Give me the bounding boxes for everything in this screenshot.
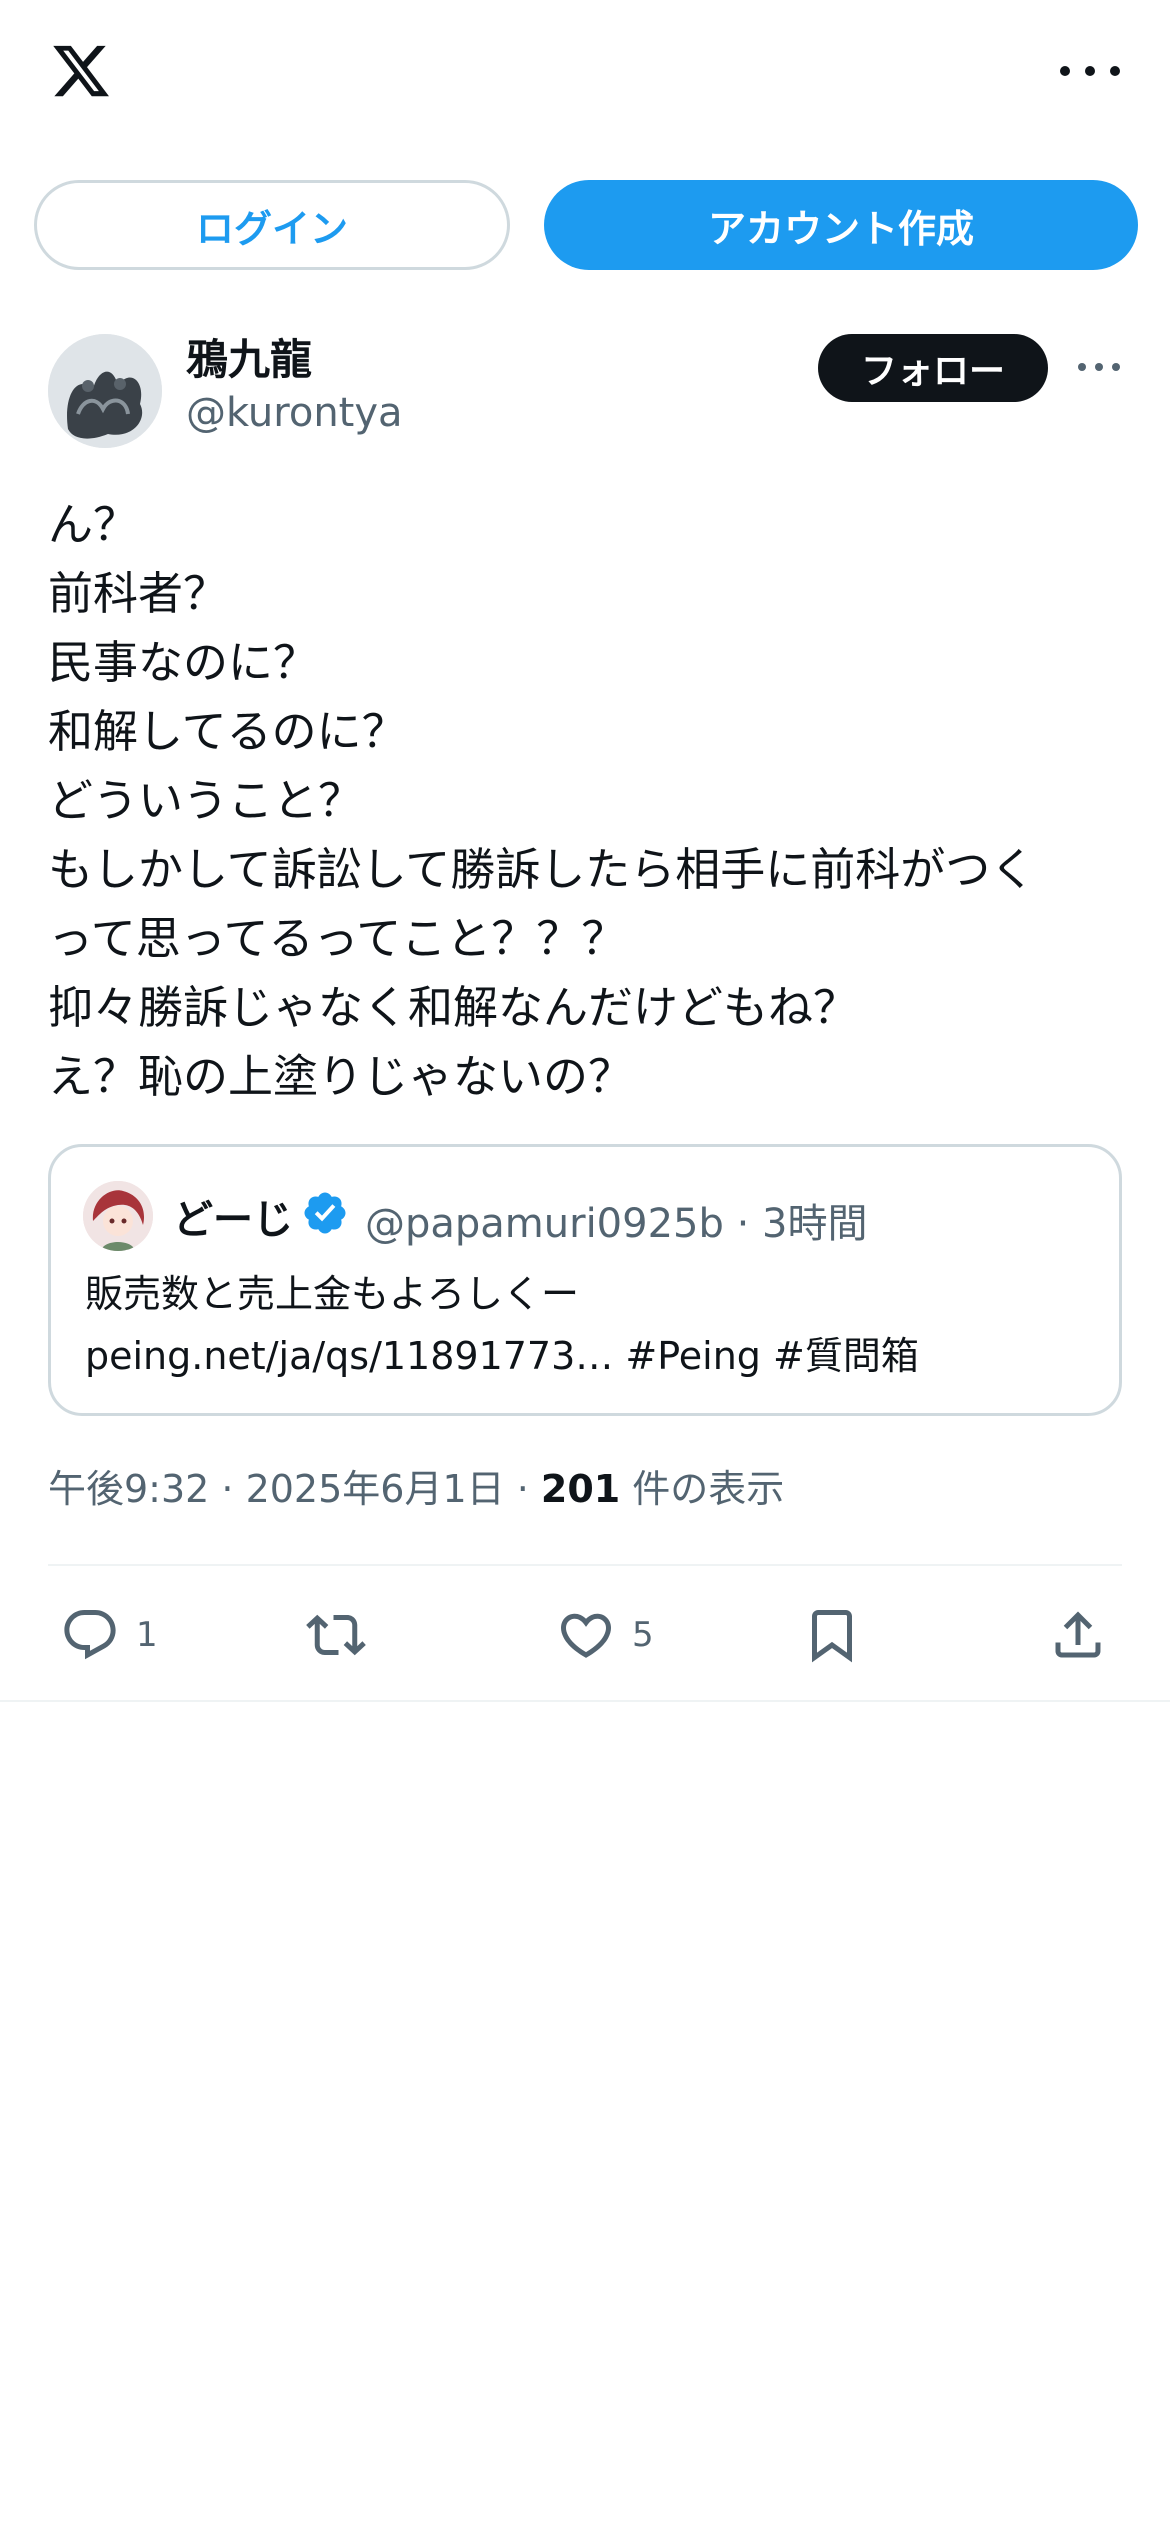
quote-avatar	[83, 1181, 153, 1251]
tweet-text: ん？ 前科者？ 民事なのに？ 和解してるのに？ どういうこと？ もしかして訴訟し…	[48, 490, 1128, 1111]
share-button[interactable]	[1048, 1600, 1108, 1670]
more-horizontal-icon[interactable]	[1060, 56, 1120, 86]
quote-tweet-card[interactable]: どーじ @papamuri0925b · 3時間 販売数と売上金もよろしくー p…	[48, 1144, 1122, 1416]
author-avatar[interactable]	[48, 334, 162, 448]
author-handle[interactable]: @kurontya	[186, 390, 403, 436]
view-count: 201	[540, 1467, 621, 1511]
quote-author-name: どーじ	[173, 1197, 293, 1243]
tweet-line: ん？	[48, 498, 139, 551]
tweet-more-icon[interactable]	[1078, 352, 1120, 382]
like-button[interactable]: 5	[556, 1600, 654, 1670]
top-bar	[0, 0, 1170, 150]
quote-line-link[interactable]: peing.net/ja/qs/11891773… #Peing #質問箱	[85, 1325, 1085, 1387]
repost-icon	[306, 1614, 366, 1656]
quote-handle-time: @papamuri0925b · 3時間	[365, 1201, 868, 1247]
author-name[interactable]: 鴉九龍	[186, 326, 312, 387]
tweet-line: どういうこと？	[48, 774, 364, 827]
tweet-line: 民事なのに？	[48, 636, 319, 689]
reply-count: 1	[136, 1615, 158, 1655]
tweet-line: 前科者？	[48, 567, 229, 620]
tweet-line: え？恥の上塗りじゃないの？	[48, 1050, 634, 1103]
tweet-line: 抑々勝訴じゃなく和解なんだけどもね？	[48, 981, 859, 1034]
divider	[0, 1700, 1170, 1702]
tweet-line: って思ってるってこと？？？	[48, 912, 627, 965]
bookmark-button[interactable]	[802, 1600, 862, 1670]
tweet-line: もしかして訴訟して勝訴したら相手に前科がつく	[48, 843, 1036, 896]
bookmark-icon	[812, 1610, 852, 1663]
tweet-meta: 午後9:32 · 2025年6月1日 · 201 件の表示	[48, 1458, 784, 1513]
tweet-line: 和解してるのに？	[48, 705, 407, 758]
quote-line: 販売数と売上金もよろしくー	[85, 1272, 580, 1316]
x-logo-icon[interactable]	[48, 40, 114, 102]
reply-button[interactable]: 1	[60, 1600, 158, 1670]
login-button[interactable]: ログイン	[34, 180, 510, 270]
view-count-label: 件の表示	[620, 1467, 785, 1511]
follow-button[interactable]: フォロー	[818, 334, 1048, 402]
repost-button[interactable]	[306, 1600, 366, 1670]
heart-icon	[560, 1613, 612, 1658]
tweet-timestamp[interactable]: 午後9:32 · 2025年6月1日 ·	[48, 1467, 541, 1511]
verified-badge-icon	[304, 1192, 346, 1234]
divider	[48, 1564, 1122, 1566]
like-count: 5	[632, 1615, 654, 1655]
quote-text: 販売数と売上金もよろしくー peing.net/ja/qs/11891773… …	[85, 1263, 1085, 1387]
share-icon	[1055, 1611, 1101, 1658]
reply-icon	[64, 1610, 116, 1660]
signup-button[interactable]: アカウント作成	[544, 180, 1138, 270]
